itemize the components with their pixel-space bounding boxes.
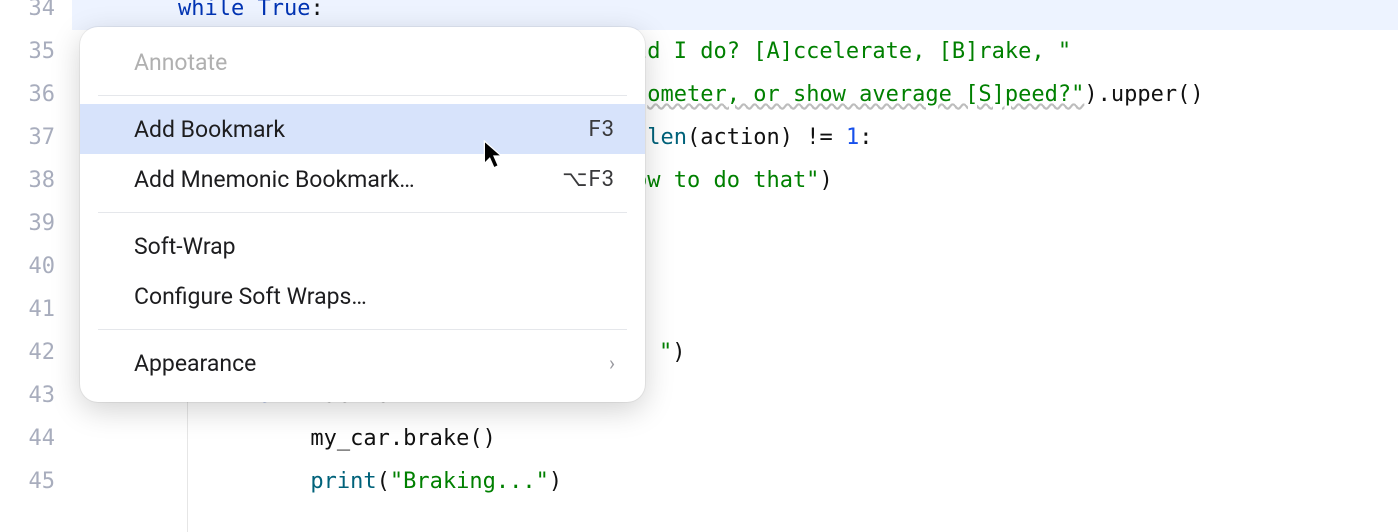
menu-item-soft-wrap[interactable]: Soft-Wrap — [80, 221, 645, 271]
code-token: ( — [377, 469, 390, 494]
line-number[interactable]: 41 — [0, 288, 55, 331]
code-token: ). — [1084, 82, 1111, 107]
menu-item-label: Annotate — [134, 49, 227, 76]
code-token: () — [1177, 82, 1204, 107]
menu-item-shortcut: F3 — [588, 117, 615, 142]
code-editor: 343536373839404142434445 while True: ld I… — [0, 0, 1398, 532]
line-number-gutter[interactable]: 343536373839404142434445 — [0, 0, 72, 532]
code-token: upper — [1111, 82, 1177, 107]
code-token: ometer, or show average [S]peed?" — [647, 82, 1084, 107]
code-token: ) — [549, 469, 562, 494]
line-number[interactable]: 36 — [0, 73, 55, 116]
menu-item-label: Appearance — [134, 350, 256, 377]
code-token: print — [310, 469, 376, 494]
line-number[interactable]: 35 — [0, 30, 55, 73]
code-line[interactable]: print("Braking...") — [72, 460, 1398, 503]
code-token: : — [859, 125, 872, 150]
code-token: brake — [403, 426, 469, 451]
menu-separator — [98, 95, 627, 96]
code-token: "Braking..." — [390, 469, 549, 494]
code-token: (action) != — [687, 125, 846, 150]
line-number[interactable]: 40 — [0, 245, 55, 288]
code-token: ) — [819, 168, 832, 193]
menu-item-add-mnemonic-bookmark[interactable]: Add Mnemonic Bookmark… ⌥F3 — [80, 154, 645, 204]
code-token: ) — [672, 340, 685, 365]
code-token — [72, 0, 178, 21]
line-number[interactable]: 42 — [0, 331, 55, 374]
menu-item-label: Configure Soft Wraps… — [134, 283, 367, 310]
menu-separator — [98, 212, 627, 213]
code-token: " — [659, 340, 672, 365]
chevron-right-icon: › — [609, 351, 615, 375]
code-token: : — [310, 0, 323, 21]
gutter-context-menu: Annotate Add Bookmark F3 Add Mnemonic Bookm… — [80, 27, 645, 402]
line-number[interactable]: 43 — [0, 374, 55, 417]
code-token — [72, 469, 310, 494]
code-token: 1 — [846, 125, 859, 150]
menu-item-add-bookmark[interactable]: Add Bookmark F3 — [80, 104, 645, 154]
menu-item-annotate: Annotate — [80, 37, 645, 87]
line-number[interactable]: 34 — [0, 0, 55, 30]
menu-item-configure-soft-wraps[interactable]: Configure Soft Wraps… — [80, 271, 645, 321]
code-line[interactable]: my_car.brake() — [72, 417, 1398, 460]
menu-separator — [98, 329, 627, 330]
line-number[interactable]: 37 — [0, 116, 55, 159]
line-number[interactable]: 44 — [0, 417, 55, 460]
menu-item-label: Soft-Wrap — [134, 233, 236, 260]
line-number[interactable]: 39 — [0, 202, 55, 245]
code-token: while — [178, 0, 257, 21]
menu-item-label: Add Bookmark — [134, 116, 285, 143]
code-token: () — [469, 426, 496, 451]
line-number[interactable]: 45 — [0, 460, 55, 503]
code-line[interactable]: while True: — [72, 0, 1398, 30]
code-token: len — [647, 125, 687, 150]
menu-item-shortcut: ⌥F3 — [562, 167, 615, 192]
line-number[interactable]: 38 — [0, 159, 55, 202]
menu-item-appearance[interactable]: Appearance › — [80, 338, 645, 388]
menu-item-label: Add Mnemonic Bookmark… — [134, 166, 415, 193]
code-token: ow to do that" — [634, 168, 819, 193]
code-token: ld I do? [A]ccelerate, [B]rake, " — [634, 39, 1071, 64]
code-token: True — [257, 0, 310, 21]
code-token: my_car. — [72, 426, 403, 451]
